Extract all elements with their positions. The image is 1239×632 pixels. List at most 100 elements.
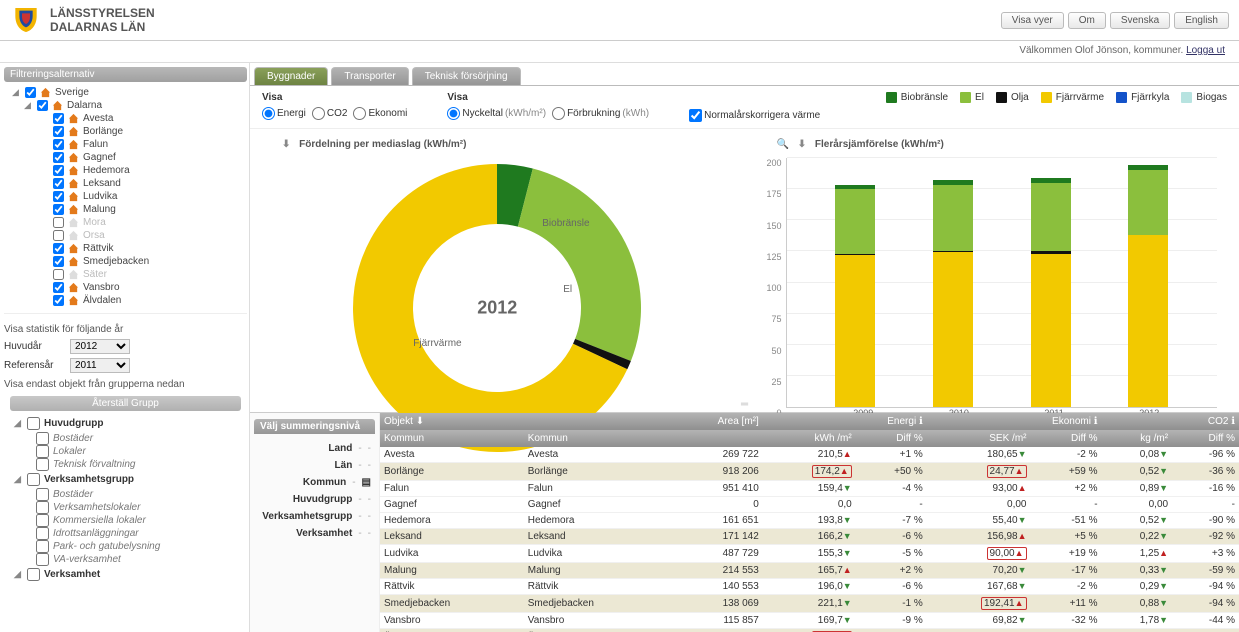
twisty-icon[interactable]: ◢ — [12, 87, 21, 98]
group-item-checkbox[interactable] — [36, 553, 49, 566]
twisty-icon[interactable]: ◢ — [14, 474, 23, 485]
tree-item-vansbro[interactable]: Vansbro — [12, 281, 247, 294]
ref-year-select[interactable]: 2011 — [70, 358, 130, 373]
tree-item-orsa[interactable]: Orsa — [12, 229, 247, 242]
bar-column[interactable] — [933, 180, 973, 407]
summ-level-kommun[interactable]: Kommun-▤ — [254, 474, 375, 491]
radio-energi[interactable]: Energi — [262, 107, 306, 120]
main-year-select[interactable]: 2012 — [70, 339, 130, 354]
check-normal[interactable]: Normalårskorrigera värme — [689, 109, 820, 122]
table-row[interactable]: SmedjebackenSmedjebacken138 069221,1▼-1 … — [380, 595, 1239, 613]
about-button[interactable]: Om — [1068, 12, 1106, 29]
tab-transport[interactable]: Transporter — [331, 67, 408, 85]
tree-region[interactable]: ◢ Dalarna — [12, 99, 247, 112]
th-diff2[interactable]: Diff % — [1031, 430, 1102, 447]
group-item-checkbox[interactable] — [36, 488, 49, 501]
group-header[interactable]: ◢Verksamhet — [14, 566, 247, 583]
tree-item-avesta[interactable]: Avesta — [12, 112, 247, 125]
summ-level-huvudgrupp[interactable]: Huvudgrupp-- — [254, 491, 375, 508]
twisty-icon[interactable]: ◢ — [14, 569, 23, 580]
muni-checkbox[interactable] — [53, 230, 64, 241]
group-checkbox[interactable] — [27, 473, 40, 486]
reset-group-button[interactable]: Återställ Grupp — [10, 396, 241, 411]
tree-item-ludvika[interactable]: Ludvika — [12, 190, 247, 203]
group-item-checkbox[interactable] — [36, 445, 49, 458]
show-views-button[interactable]: Visa vyer — [1001, 12, 1064, 29]
group-item[interactable]: VA-verksamhet — [14, 553, 247, 566]
bar-column[interactable] — [1128, 165, 1168, 407]
group-checkbox[interactable] — [27, 417, 40, 430]
th-kwhm2[interactable]: kWh /m² — [763, 430, 856, 447]
donut-slice[interactable] — [518, 169, 641, 361]
muni-checkbox[interactable] — [53, 178, 64, 189]
summ-level-län[interactable]: Län-- — [254, 457, 375, 474]
region-checkbox[interactable] — [37, 100, 48, 111]
table-row[interactable]: RättvikRättvik140 553196,0▼-6 %167,68▼-2… — [380, 579, 1239, 595]
muni-checkbox[interactable] — [53, 256, 64, 267]
th-kommun[interactable]: Kommun — [380, 430, 524, 447]
muni-checkbox[interactable] — [53, 282, 64, 293]
th-kommun2[interactable]: Kommun — [524, 430, 668, 447]
group-item-checkbox[interactable] — [36, 501, 49, 514]
table-row[interactable]: ÄlvdalenÄlvdalen114 722198,9▲+11 %144,77… — [380, 629, 1239, 632]
muni-checkbox[interactable] — [53, 152, 64, 163]
th-diff1[interactable]: Diff % — [856, 430, 927, 447]
table-row[interactable]: GagnefGagnef00,0-0,00-0,00- — [380, 497, 1239, 513]
tree-item-leksand[interactable]: Leksand — [12, 177, 247, 190]
logout-link[interactable]: Logga ut — [1186, 45, 1225, 56]
table-row[interactable]: MalungMalung214 553165,7▲+2 %70,20▼-17 %… — [380, 563, 1239, 579]
tree-item-älvdalen[interactable]: Älvdalen — [12, 294, 247, 307]
tree-item-falun[interactable]: Falun — [12, 138, 247, 151]
twisty-icon[interactable]: ◢ — [24, 100, 33, 111]
group-item[interactable]: Park- och gatubelysning — [14, 540, 247, 553]
muni-checkbox[interactable] — [53, 217, 64, 228]
summ-level-verksamhet[interactable]: Verksamhet-- — [254, 525, 375, 542]
th-energi[interactable]: Energi ℹ — [763, 413, 927, 430]
th-ekonomi[interactable]: Ekonomi ℹ — [927, 413, 1102, 430]
tree-item-hedemora[interactable]: Hedemora — [12, 164, 247, 177]
table-row[interactable]: HedemoraHedemora161 651193,8▼-7 %55,40▼-… — [380, 513, 1239, 529]
muni-checkbox[interactable] — [53, 204, 64, 215]
table-row[interactable]: FalunFalun951 410159,4▼-4 %93,00▲+2 %0,8… — [380, 481, 1239, 497]
twisty-icon[interactable]: ◢ — [14, 418, 23, 429]
download-icon[interactable]: ⬇ — [282, 139, 290, 150]
zoom-icon[interactable]: 🔍 — [777, 139, 789, 150]
table-row[interactable]: LudvikaLudvika487 729155,3▼-5 %90,00▲+19… — [380, 545, 1239, 563]
group-item[interactable]: Idrottsanläggningar — [14, 527, 247, 540]
group-item-checkbox[interactable] — [36, 432, 49, 445]
root-checkbox[interactable] — [25, 87, 36, 98]
group-item[interactable]: Bostäder — [14, 432, 247, 445]
group-item[interactable]: Teknisk förvaltning — [14, 458, 247, 471]
tree-item-malung[interactable]: Malung — [12, 203, 247, 216]
table-row[interactable]: BorlängeBorlänge918 206174,2▲+50 %24,77▲… — [380, 463, 1239, 481]
muni-checkbox[interactable] — [53, 269, 64, 280]
group-checkbox[interactable] — [27, 568, 40, 581]
summ-level-verksamhetsgrupp[interactable]: Verksamhetsgrupp-- — [254, 508, 375, 525]
group-item-checkbox[interactable] — [36, 527, 49, 540]
group-item[interactable]: Lokaler — [14, 445, 247, 458]
bar-column[interactable] — [835, 185, 875, 407]
muni-checkbox[interactable] — [53, 243, 64, 254]
group-item[interactable]: Verksamhetslokaler — [14, 501, 247, 514]
th-co2[interactable]: CO2 ℹ — [1102, 413, 1239, 430]
radio-nyckeltal[interactable]: Nyckeltal (kWh/m²) — [447, 107, 546, 120]
tree-root[interactable]: ◢ Sverige — [12, 86, 247, 99]
tree-item-borlänge[interactable]: Borlänge — [12, 125, 247, 138]
muni-checkbox[interactable] — [53, 139, 64, 150]
lang-english-button[interactable]: English — [1174, 12, 1229, 29]
table-row[interactable]: LeksandLeksand171 142166,2▼-6 %156,98▲+5… — [380, 529, 1239, 545]
tree-item-rättvik[interactable]: Rättvik — [12, 242, 247, 255]
grip-icon[interactable]: ▤ — [362, 477, 371, 488]
muni-checkbox[interactable] — [53, 191, 64, 202]
lang-swedish-button[interactable]: Svenska — [1110, 12, 1170, 29]
muni-checkbox[interactable] — [53, 295, 64, 306]
th-diff3[interactable]: Diff % — [1172, 430, 1239, 447]
th-sekm2[interactable]: SEK /m² — [927, 430, 1031, 447]
group-item-checkbox[interactable] — [36, 514, 49, 527]
group-item[interactable]: Kommersiella lokaler — [14, 514, 247, 527]
tab-tech[interactable]: Teknisk försörjning — [412, 67, 521, 85]
radio-forbrukning[interactable]: Förbrukning (kWh) — [552, 107, 649, 120]
muni-checkbox[interactable] — [53, 165, 64, 176]
group-header[interactable]: ◢Verksamhetsgrupp — [14, 471, 247, 488]
muni-checkbox[interactable] — [53, 113, 64, 124]
